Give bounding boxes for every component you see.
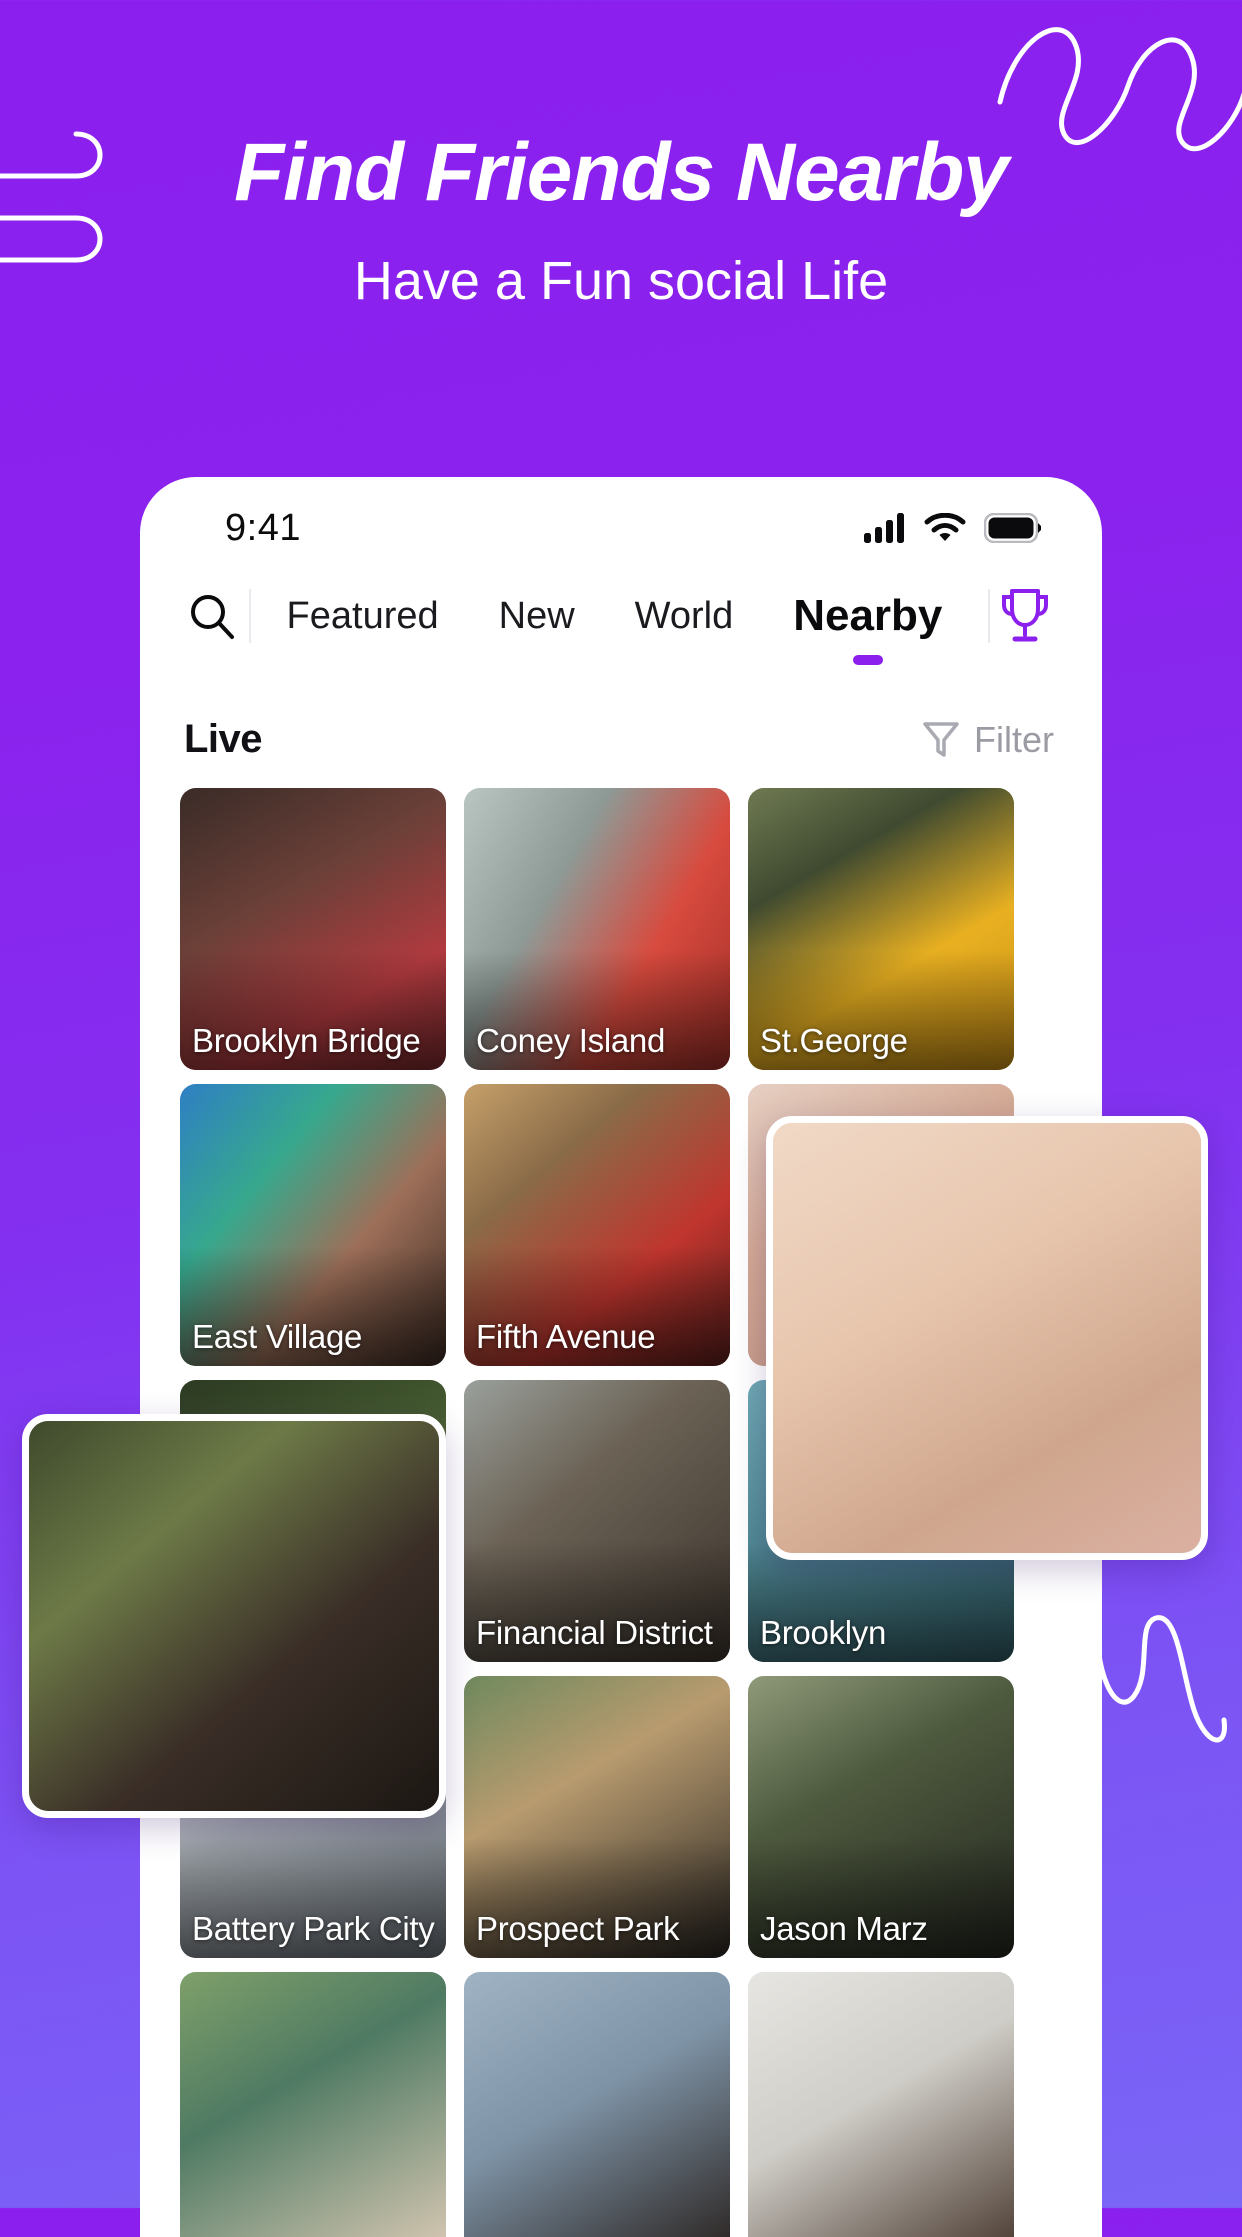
- card-caption: St.George: [760, 1022, 908, 1059]
- card-caption: East Village: [192, 1318, 363, 1355]
- live-card[interactable]: Coney Island: [464, 788, 730, 1070]
- tab-divider: [988, 589, 991, 643]
- profile-photo: [773, 1123, 1201, 1553]
- battery-icon: [984, 513, 1041, 543]
- trophy-icon[interactable]: [996, 585, 1102, 647]
- live-card[interactable]: [464, 1972, 730, 2237]
- status-time: 9:41: [225, 506, 301, 549]
- card-caption: Financial District: [476, 1614, 713, 1651]
- live-card[interactable]: [748, 1972, 1014, 2237]
- tab-world[interactable]: World: [605, 595, 764, 638]
- page-title: Find Friends Nearby: [234, 127, 1009, 218]
- tab-divider: [248, 589, 251, 643]
- profile-photo: [29, 1421, 439, 1811]
- tab-label: Featured: [286, 594, 439, 637]
- tab-label: Nearby: [793, 591, 943, 640]
- filter-button[interactable]: Filter: [922, 719, 1054, 761]
- tab-nearby[interactable]: Nearby: [763, 591, 972, 665]
- live-card[interactable]: Brooklyn Bridge: [180, 788, 446, 1070]
- tab-featured[interactable]: Featured: [257, 595, 469, 638]
- live-card[interactable]: Jason Marz: [748, 1676, 1014, 1958]
- tab-label: World: [634, 594, 734, 637]
- signal-icon: [864, 513, 904, 543]
- card-caption: Fifth Avenue: [476, 1318, 656, 1355]
- card-caption: Brooklyn Bridge: [192, 1022, 421, 1059]
- tab-label: New: [498, 594, 575, 637]
- hero-block: Find Friends Nearby Have a Fun social Li…: [0, 127, 1242, 312]
- card-photo: [180, 1972, 446, 2237]
- search-icon[interactable]: [182, 590, 243, 642]
- live-card[interactable]: Fifth Avenue: [464, 1084, 730, 1366]
- live-card[interactable]: [180, 1972, 446, 2237]
- tab-new[interactable]: New: [469, 595, 605, 638]
- card-photo: [464, 1972, 730, 2237]
- card-caption: Brooklyn: [760, 1614, 886, 1651]
- live-section-header: Live Filter: [140, 671, 1102, 788]
- featured-profile-blonde[interactable]: [766, 1116, 1208, 1560]
- page-subtitle: Have a Fun social Life: [353, 251, 889, 312]
- live-card[interactable]: St.George: [748, 788, 1014, 1070]
- filter-funnel-icon: [923, 721, 959, 757]
- status-bar: 9:41: [140, 477, 1102, 561]
- top-tab-bar: Featured New World Nearby: [140, 561, 1102, 671]
- card-caption: Battery Park City: [192, 1910, 435, 1947]
- live-card[interactable]: Prospect Park: [464, 1676, 730, 1958]
- squiggle-decoration-bottom-right: [1094, 1607, 1227, 1743]
- live-card[interactable]: East Village: [180, 1084, 446, 1366]
- card-caption: Coney Island: [476, 1022, 666, 1059]
- card-caption: Jason Marz: [760, 1910, 928, 1947]
- card-photo: [748, 1972, 1014, 2237]
- active-tab-indicator: [852, 655, 883, 665]
- live-card[interactable]: Financial District: [464, 1380, 730, 1662]
- card-caption: Prospect Park: [476, 1910, 680, 1947]
- wifi-icon: [924, 513, 966, 541]
- section-title: Live: [184, 717, 263, 761]
- featured-profile-curly[interactable]: [22, 1414, 446, 1818]
- filter-label: Filter: [974, 718, 1054, 760]
